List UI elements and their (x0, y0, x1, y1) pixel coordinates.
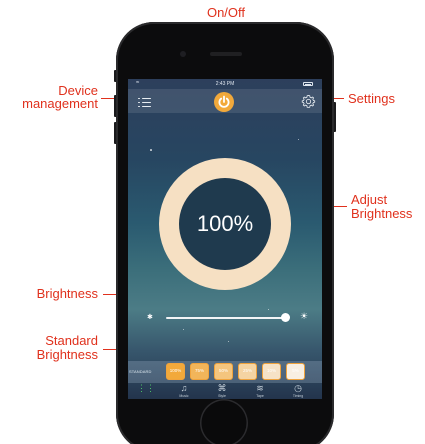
brightness-dial-center: 100% (179, 178, 271, 270)
style-icon: ⌘ (217, 383, 227, 393)
app-screen: ≈ 2:43 PM 100% ✱ ☀ STANDARD 100% 75% 50%… (128, 79, 322, 399)
sparkle (183, 329, 184, 330)
tab-style[interactable]: ⌘ Style (209, 383, 235, 399)
device-management-icon[interactable] (138, 97, 151, 109)
brightness-slider-thumb[interactable] (281, 313, 290, 322)
sparkle (150, 149, 152, 151)
sparkle (228, 341, 230, 343)
music-icon: ♫ (180, 383, 188, 393)
phone-speaker (210, 52, 242, 56)
annotation-adjust-1: Adjust (351, 192, 388, 207)
tab-tape-label: Tape (256, 394, 264, 398)
tab-light[interactable]: ⋮⋮ (133, 384, 159, 394)
sun-small-icon: ✱ (147, 314, 153, 321)
tab-timing[interactable]: ◷ Timing (285, 383, 311, 399)
power-button[interactable] (214, 92, 234, 112)
preset-75[interactable]: 75% (190, 363, 209, 380)
preset-50[interactable]: 50% (214, 363, 233, 380)
annotation-settings: Settings (348, 91, 395, 106)
tab-style-label: Style (218, 394, 226, 398)
status-bar: ≈ 2:43 PM (128, 79, 322, 89)
brightness-slider-track[interactable] (166, 317, 286, 319)
preset-100[interactable]: 100% (166, 363, 185, 380)
status-time: 2:43 PM (215, 81, 235, 87)
tab-timing-label: Timing (292, 394, 304, 398)
phone-frame: ≈ 2:43 PM 100% ✱ ☀ STANDARD 100% 75% 50%… (116, 22, 334, 444)
annotation-adjust-2: Brightness (351, 206, 413, 221)
brightness-dial[interactable]: 100% (159, 158, 291, 290)
annotation-device-2: management (22, 96, 98, 111)
tape-icon: ≋ (256, 383, 264, 393)
sparkle (268, 309, 270, 311)
battery-icon (303, 82, 313, 86)
gear-icon[interactable] (301, 94, 316, 109)
preset-10[interactable]: 10% (262, 363, 281, 380)
power-icon (218, 95, 230, 108)
preset-5[interactable]: 5% (286, 363, 305, 380)
home-button[interactable] (200, 399, 248, 444)
annotation-standard-1: Standard (45, 333, 98, 348)
tab-music[interactable]: ♫ Music (171, 383, 197, 399)
tab-music-label: Music (179, 394, 189, 398)
annotation-brightness: Brightness (36, 286, 98, 301)
sliders-icon: ⋮⋮ (137, 383, 155, 393)
phone-camera (180, 51, 186, 57)
sparkle (298, 139, 300, 141)
preset-25[interactable]: 25% (238, 363, 257, 380)
annotated-screenshot: On/Off Device management Settings Adjust… (0, 0, 425, 444)
standard-label: STANDARD (129, 369, 152, 374)
sun-large-icon: ☀ (300, 311, 309, 321)
annotation-onoff: On/Off (206, 5, 246, 20)
tab-tape[interactable]: ≋ Tape (247, 383, 273, 399)
annotation-standard-2: Brightness (36, 347, 98, 362)
timer-icon: ◷ (294, 383, 302, 393)
brightness-percent: 100% (196, 211, 254, 236)
